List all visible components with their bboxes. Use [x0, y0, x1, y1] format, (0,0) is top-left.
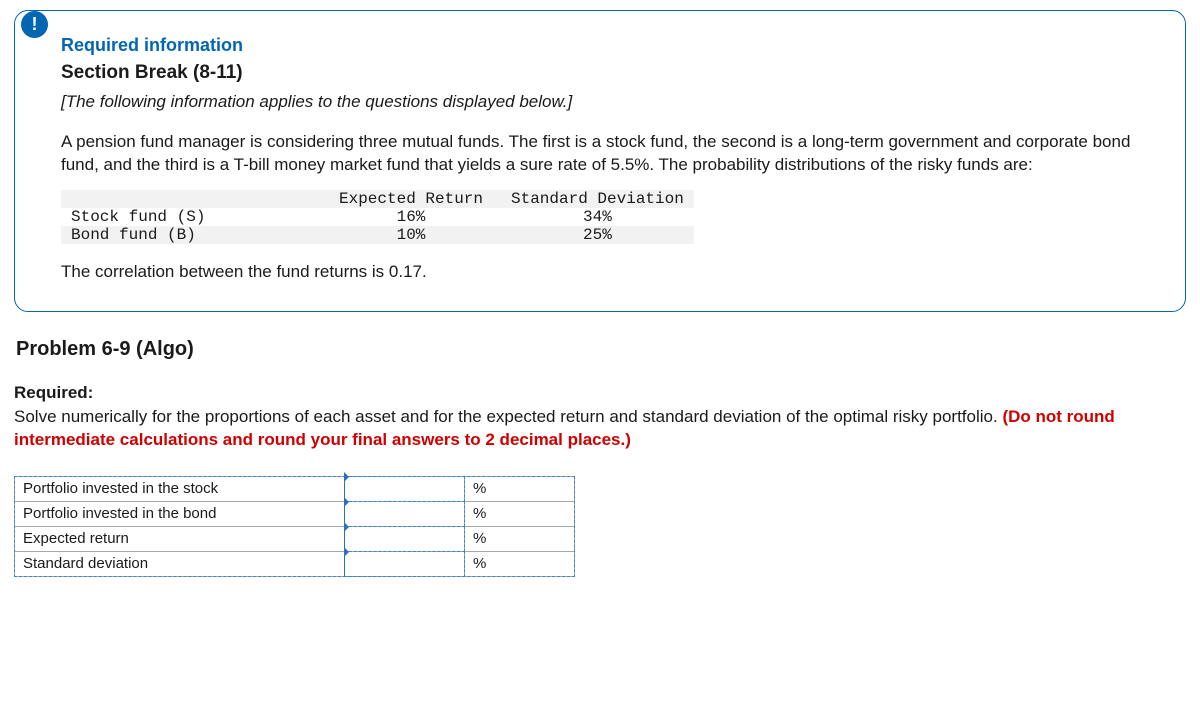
required-info-heading: Required information: [61, 35, 1155, 56]
answer-input-stock[interactable]: [345, 477, 464, 501]
fund-name: Bond fund (B): [61, 226, 321, 244]
table-header-expected-return: Expected Return: [321, 190, 501, 208]
required-label: Required:: [14, 383, 1186, 403]
answer-unit: %: [465, 526, 575, 551]
section-break-heading: Section Break (8-11): [61, 62, 1155, 84]
answer-input-expected-return[interactable]: [345, 527, 464, 551]
table-header-blank: [61, 190, 321, 208]
required-body: Solve numerically for the proportions of…: [14, 407, 1002, 426]
answer-unit: %: [465, 476, 575, 501]
alert-icon: !: [21, 11, 48, 38]
answer-input-bond[interactable]: [345, 502, 464, 526]
table-header-std-dev: Standard Deviation: [501, 190, 694, 208]
intro-text: [The following information applies to th…: [61, 92, 1155, 112]
fund-er: 10%: [321, 226, 501, 244]
answer-row: Portfolio invested in the stock %: [15, 476, 575, 501]
fund-name: Stock fund (S): [61, 208, 321, 226]
answer-section: Portfolio invested in the stock % Portfo…: [14, 476, 1186, 577]
answer-label: Portfolio invested in the stock: [15, 476, 345, 501]
answer-row: Standard deviation %: [15, 551, 575, 576]
answer-row: Expected return %: [15, 526, 575, 551]
answer-table: Portfolio invested in the stock % Portfo…: [14, 476, 575, 577]
fund-sd: 25%: [501, 226, 694, 244]
answer-label: Standard deviation: [15, 551, 345, 576]
required-text: Solve numerically for the proportions of…: [14, 405, 1186, 451]
answer-label: Expected return: [15, 526, 345, 551]
required-info-box: ! Required information Section Break (8-…: [14, 10, 1186, 312]
funds-table: Expected Return Standard Deviation Stock…: [61, 190, 694, 244]
problem-title: Problem 6-9 (Algo): [16, 338, 1186, 361]
correlation-text: The correlation between the fund returns…: [61, 260, 1155, 283]
answer-label: Portfolio invested in the bond: [15, 501, 345, 526]
scenario-text: A pension fund manager is considering th…: [61, 130, 1155, 176]
answer-unit: %: [465, 551, 575, 576]
fund-er: 16%: [321, 208, 501, 226]
fund-sd: 34%: [501, 208, 694, 226]
answer-unit: %: [465, 501, 575, 526]
answer-input-std-dev[interactable]: [345, 552, 464, 576]
answer-row: Portfolio invested in the bond %: [15, 501, 575, 526]
